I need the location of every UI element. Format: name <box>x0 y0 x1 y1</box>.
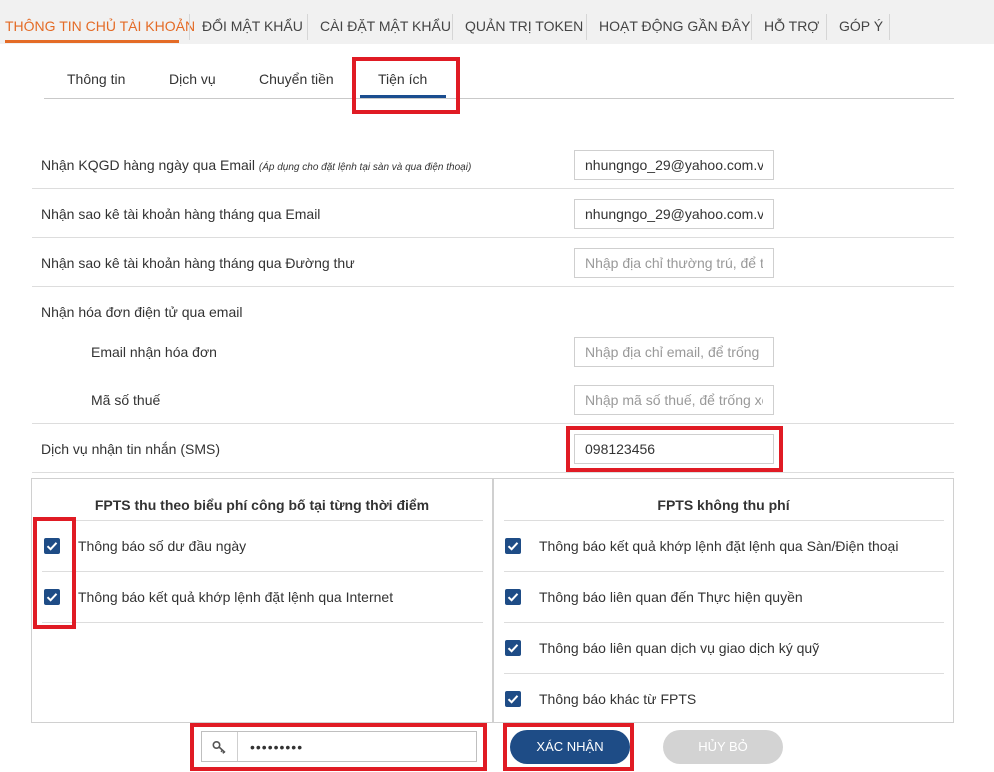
list-item: Thông báo kết quả khớp lệnh đặt lệnh qua… <box>504 520 944 571</box>
einvoice-email-label: Email nhận hóa đơn <box>91 344 217 360</box>
highlight-box-tab <box>352 57 460 114</box>
sms-label: Dịch vụ nhận tin nhắn (SMS) <box>41 441 220 457</box>
monthly-email-field[interactable] <box>574 199 774 229</box>
nav-recent-activity[interactable]: HOẠT ĐỘNG GẦN ĐÂY <box>599 0 750 44</box>
check-icon <box>507 695 519 704</box>
list-item: Thông báo liên quan dịch vụ giao dịch ký… <box>504 622 944 673</box>
checkbox-label: Thông báo số dư đầu ngày <box>78 538 247 554</box>
highlight-box-confirm <box>503 723 634 771</box>
nav-feedback[interactable]: GÓP Ý <box>839 0 883 44</box>
nav-separator <box>307 14 308 40</box>
paid-notifications-panel: FPTS thu theo biểu phí công bố tại từng … <box>31 478 493 723</box>
checkbox-rights-exercise[interactable] <box>505 589 521 605</box>
list-item: Thông báo khác từ FPTS <box>504 673 944 724</box>
monthly-post-field[interactable] <box>574 248 774 278</box>
checkbox-margin-service[interactable] <box>505 640 521 656</box>
check-icon <box>507 542 519 551</box>
checkbox-label: Thông báo kết quả khớp lệnh đặt lệnh qua… <box>539 538 899 554</box>
einvoice-label: Nhận hóa đơn điện tử qua email <box>41 304 243 320</box>
nav-token-management[interactable]: QUẢN TRỊ TOKEN <box>465 0 583 44</box>
nav-support[interactable]: HỖ TRỢ <box>764 0 819 44</box>
highlight-box-sms <box>566 426 783 472</box>
highlight-box-password <box>190 723 487 771</box>
checkbox-floor-phone-match-result[interactable] <box>505 538 521 554</box>
list-item: Thông báo liên quan đến Thực hiện quyền <box>504 571 944 622</box>
nav-separator <box>586 14 587 40</box>
nav-separator <box>189 14 190 40</box>
check-icon <box>507 644 519 653</box>
nav-password-settings[interactable]: CÀI ĐẶT MẬT KHẨU <box>320 0 451 44</box>
row-divider <box>32 237 954 238</box>
daily-email-field[interactable] <box>574 150 774 180</box>
tax-code-label: Mã số thuế <box>91 392 161 408</box>
nav-change-password[interactable]: ĐỔI MẬT KHẨU <box>202 0 303 44</box>
tab-transfer[interactable]: Chuyển tiền <box>259 68 334 90</box>
nav-separator <box>751 14 752 40</box>
tab-info[interactable]: Thông tin <box>67 68 125 90</box>
row-divider <box>42 622 483 623</box>
tab-services[interactable]: Dịch vụ <box>169 68 216 90</box>
row-divider <box>32 286 954 287</box>
checkbox-label: Thông báo khác từ FPTS <box>539 691 697 707</box>
nav-account-info[interactable]: THÔNG TIN CHỦ TÀI KHOẢN <box>5 0 195 44</box>
nav-separator <box>889 14 890 40</box>
free-notifications-panel: FPTS không thu phí Thông báo kết quả khớ… <box>493 478 954 723</box>
nav-separator <box>452 14 453 40</box>
tabs-divider <box>44 98 954 99</box>
nav-active-indicator <box>5 40 179 43</box>
list-item: Thông báo số dư đầu ngày <box>42 520 483 571</box>
highlight-box-checkboxes <box>33 517 76 629</box>
top-navigation: THÔNG TIN CHỦ TÀI KHOẢN ĐỔI MẬT KHẨU CÀI… <box>0 0 994 44</box>
daily-email-label-text: Nhận KQGD hàng ngày qua Email <box>41 157 256 173</box>
checkbox-label: Thông báo liên quan dịch vụ giao dịch ký… <box>539 640 820 656</box>
cancel-button[interactable]: HỦY BỎ <box>663 730 783 764</box>
free-panel-title: FPTS không thu phí <box>657 497 790 513</box>
nav-separator <box>826 14 827 40</box>
monthly-post-label: Nhận sao kê tài khoản hàng tháng qua Đườ… <box>41 255 355 271</box>
checkbox-label: Thông báo kết quả khớp lệnh đặt lệnh qua… <box>78 589 394 605</box>
row-divider <box>32 423 954 424</box>
monthly-email-label: Nhận sao kê tài khoản hàng tháng qua Ema… <box>41 206 321 222</box>
einvoice-email-field[interactable] <box>574 337 774 367</box>
row-divider <box>32 472 954 473</box>
checkbox-other-notices[interactable] <box>505 691 521 707</box>
paid-panel-title: FPTS thu theo biểu phí công bố tại từng … <box>94 497 430 513</box>
check-icon <box>507 593 519 602</box>
checkbox-label: Thông báo liên quan đến Thực hiện quyền <box>539 589 803 605</box>
daily-email-note: (Áp dụng cho đặt lệnh tại sàn và qua điệ… <box>258 162 472 173</box>
daily-email-label: Nhận KQGD hàng ngày qua Email (Áp dụng c… <box>41 157 471 173</box>
list-item: Thông báo kết quả khớp lệnh đặt lệnh qua… <box>42 571 483 622</box>
row-divider <box>32 188 954 189</box>
tax-code-field[interactable] <box>574 385 774 415</box>
